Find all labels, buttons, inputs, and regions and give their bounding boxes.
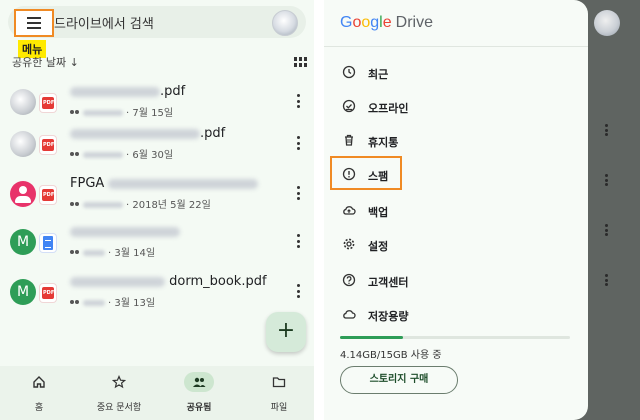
drawer-item-backup[interactable]: 백업 xyxy=(338,198,578,224)
file-meta: · 7월 15일 xyxy=(70,104,173,119)
bottom-navigation: 홈 중요 문서함 공유됨 파일 xyxy=(0,366,314,420)
owner-avatar: M xyxy=(10,229,36,255)
pdf-file-icon: PDF xyxy=(40,284,56,302)
folder-icon xyxy=(264,372,294,392)
spam-highlight-box xyxy=(330,156,402,190)
file-name: .pdf xyxy=(70,126,225,141)
file-meta: · 3월 14일 xyxy=(70,244,155,259)
storage-progress-fill xyxy=(340,336,404,339)
file-name xyxy=(70,224,180,239)
drive-drawer-screen: Google Drive 최근 오프라인 휴지통 스팸 백업 설정 고객센터 저… xyxy=(324,0,640,420)
more-options-icon[interactable] xyxy=(297,136,301,150)
nav-starred[interactable]: 중요 문서함 xyxy=(80,366,158,420)
panel-divider xyxy=(314,0,324,420)
cloud-icon xyxy=(343,310,356,319)
nav-files[interactable]: 파일 xyxy=(240,366,314,420)
sort-arrow-icon: ↓ xyxy=(69,56,79,69)
pdf-file-icon: PDF xyxy=(40,136,56,154)
menu-button[interactable] xyxy=(14,9,54,37)
drawer-item-trash[interactable]: 휴지통 xyxy=(338,128,578,154)
drawer-item-storage[interactable]: 저장용량 xyxy=(338,302,578,328)
more-options-icon xyxy=(605,174,608,186)
drawer-item-recent[interactable]: 최근 xyxy=(338,60,578,86)
account-avatar[interactable] xyxy=(272,10,298,36)
star-icon xyxy=(104,372,134,392)
storage-usage-text: 4.14GB/15GB 사용 중 xyxy=(340,350,442,361)
backup-cloud-icon xyxy=(343,206,356,215)
sort-control[interactable]: 공유한 날짜 ↓ xyxy=(12,54,79,70)
account-avatar xyxy=(594,10,620,36)
navigation-drawer: Google Drive 최근 오프라인 휴지통 스팸 백업 설정 고객센터 저… xyxy=(324,0,588,420)
buy-storage-button[interactable]: 스토리지 구매 xyxy=(340,366,458,394)
more-options-icon[interactable] xyxy=(297,94,301,108)
gear-icon xyxy=(343,238,355,250)
more-options-icon[interactable] xyxy=(297,234,301,248)
shared-icon xyxy=(70,202,80,208)
grid-view-icon[interactable] xyxy=(294,57,307,67)
more-options-icon xyxy=(605,224,608,236)
drawer-item-settings[interactable]: 설정 xyxy=(338,232,578,258)
clock-icon xyxy=(342,65,356,79)
more-options-icon xyxy=(605,124,608,136)
drive-shared-screen: 드라이브에서 검색 메뉴 공유한 날짜 ↓ PDF .pdf · 7월 15일 … xyxy=(0,0,314,420)
help-icon xyxy=(342,273,356,287)
file-name: FPGA xyxy=(70,176,259,191)
more-options-icon[interactable] xyxy=(297,186,301,200)
shared-icon xyxy=(70,250,80,256)
hamburger-icon xyxy=(27,17,41,19)
file-meta: · 2018년 5월 22일 xyxy=(70,196,211,211)
pdf-file-icon: PDF xyxy=(40,94,56,112)
file-name: dorm_book.pdf xyxy=(70,274,267,289)
list-item[interactable]: M · 3월 14일 xyxy=(10,224,310,260)
shared-icon xyxy=(70,110,80,116)
home-icon xyxy=(24,372,54,392)
shared-icon xyxy=(70,300,80,306)
new-file-button[interactable]: + xyxy=(266,312,306,352)
search-placeholder[interactable]: 드라이브에서 검색 xyxy=(54,13,154,32)
nav-shared[interactable]: 공유됨 xyxy=(160,366,238,420)
drawer-item-help[interactable]: 고객센터 xyxy=(338,268,578,294)
more-options-icon[interactable] xyxy=(297,284,301,298)
google-drive-logo: Google Drive xyxy=(340,14,433,31)
owner-avatar xyxy=(10,89,36,115)
file-name: .pdf xyxy=(70,84,185,99)
person-avatar-icon xyxy=(10,181,36,207)
list-item[interactable]: PDF .pdf · 7월 15일 xyxy=(10,84,310,120)
trash-icon xyxy=(345,134,353,146)
storage-progress-bar xyxy=(340,336,570,339)
people-icon xyxy=(184,372,214,392)
more-options-icon xyxy=(605,274,608,286)
offline-check-icon xyxy=(342,99,356,113)
owner-avatar xyxy=(10,131,36,157)
sort-label: 공유한 날짜 xyxy=(12,56,67,69)
list-item[interactable]: M PDF dorm_book.pdf · 3월 13일 xyxy=(10,274,310,310)
file-meta: · 6월 30일 xyxy=(70,146,173,161)
list-item[interactable]: PDF .pdf · 6월 30일 xyxy=(10,126,310,162)
doc-file-icon xyxy=(40,234,56,252)
list-item[interactable]: PDF FPGA · 2018년 5월 22일 xyxy=(10,176,310,212)
shared-icon xyxy=(70,152,80,158)
file-meta: · 3월 13일 xyxy=(70,294,155,309)
owner-avatar: M xyxy=(10,279,36,305)
divider xyxy=(324,46,588,47)
pdf-file-icon: PDF xyxy=(40,186,56,204)
nav-home[interactable]: 홈 xyxy=(0,366,78,420)
drawer-item-offline[interactable]: 오프라인 xyxy=(338,94,578,120)
